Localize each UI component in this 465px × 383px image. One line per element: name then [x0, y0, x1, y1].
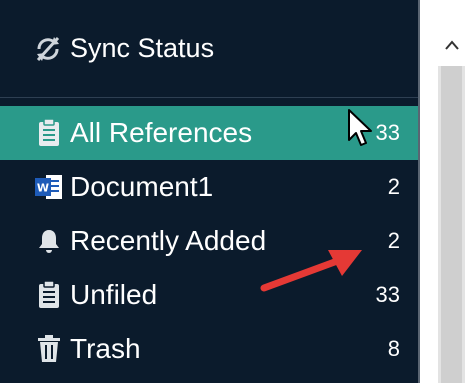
clipboard-icon [34, 279, 64, 311]
sync-off-icon [32, 34, 66, 64]
sidebar-item-count: 33 [375, 282, 400, 307]
annotation-arrow-icon [258, 246, 368, 301]
trash-icon [34, 333, 64, 365]
sync-status-button[interactable]: Sync Status [0, 0, 418, 98]
scrollbar-thumb[interactable] [441, 66, 462, 383]
mouse-cursor-icon [347, 108, 373, 153]
sidebar-item-label: Document1 [70, 171, 214, 202]
sidebar-item-label: Recently Added [70, 225, 267, 256]
chevron-up-icon [444, 37, 459, 55]
clipboard-icon [34, 117, 64, 149]
word-document-icon: W [34, 171, 64, 203]
sidebar-item-trash[interactable]: Trash 8 [0, 322, 418, 376]
sidebar-item-label: All References [70, 117, 253, 148]
bell-icon [34, 225, 64, 257]
sync-status-label: Sync Status [70, 33, 215, 63]
svg-text:W: W [37, 182, 49, 195]
sidebar-item-label: Unfiled [70, 279, 158, 310]
scroll-up-button[interactable] [438, 26, 465, 66]
sidebar-item-count: 8 [387, 336, 400, 361]
sidebar-item-document1[interactable]: W Document1 2 [0, 160, 418, 214]
sidebar-item-count: 2 [387, 228, 400, 253]
sidebar-item-count: 33 [375, 120, 400, 145]
sidebar-item-count: 2 [387, 174, 400, 199]
sidebar: Sync Status All References 33 W Document… [0, 0, 420, 383]
sidebar-item-label: Trash [70, 333, 141, 364]
